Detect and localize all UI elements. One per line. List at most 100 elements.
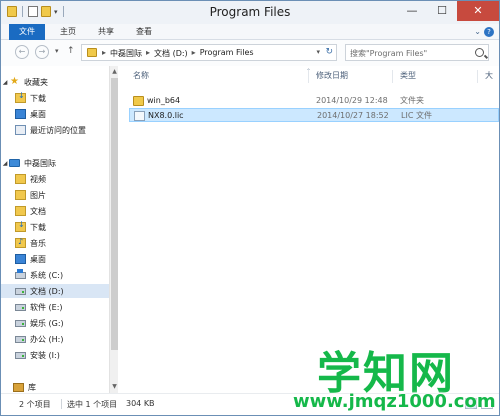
search-icon[interactable]: [475, 48, 484, 57]
address-history-icon[interactable]: ▾: [316, 48, 320, 56]
nav-item-drive-i[interactable]: 安装 (I:): [1, 348, 109, 362]
nav-item-drive-e[interactable]: 软件 (E:): [1, 300, 109, 314]
recent-locations-icon[interactable]: ▾: [55, 47, 59, 55]
nav-computer-label: 中磊国际: [24, 158, 56, 168]
status-bar: 2 个项目 选中 1 个项目 304 KB: [1, 393, 499, 415]
folder-icon: [133, 96, 144, 106]
drive-icon: [15, 287, 26, 295]
nav-item-label: 系统 (C:): [30, 270, 64, 280]
back-button[interactable]: ←: [15, 45, 29, 59]
table-row[interactable]: win_b64 2014/10/29 12:48 文件夹: [129, 94, 499, 108]
column-header-date[interactable]: 修改日期: [316, 66, 348, 86]
navigation-pane: ◢ ★ 收藏夹 下载 桌面 最近访问的位置 ◢ 中磊国际 视频 图片: [1, 66, 119, 393]
chevron-down-icon[interactable]: ◢: [1, 79, 9, 86]
search-box[interactable]: [345, 44, 489, 61]
file-icon: [134, 111, 145, 121]
column-header-size[interactable]: 大: [485, 66, 493, 86]
minimize-button[interactable]: —: [397, 1, 427, 21]
toolbar-divider: [22, 6, 23, 17]
large-icons-view-button[interactable]: [481, 398, 493, 409]
nav-item-label: 下载: [30, 93, 46, 103]
nav-item-desktop[interactable]: 桌面: [1, 107, 109, 121]
ribbon-expand-icon[interactable]: ⌄: [474, 27, 481, 36]
address-bar[interactable]: ▸ 中磊国际 ▸ 文档 (D:) ▸ Program Files ▾ ↻: [81, 44, 337, 61]
nav-item-label: 最近访问的位置: [30, 125, 86, 135]
quick-access-toolbar: ▾: [7, 6, 66, 17]
column-divider[interactable]: [477, 70, 478, 83]
maximize-button[interactable]: ☐: [427, 1, 457, 21]
explorer-window: ▾ Program Files — ☐ ✕ 文件 主页 共享 查看 ⌄ ? ← …: [0, 0, 500, 416]
nav-item-label: 安装 (I:): [30, 350, 60, 360]
chevron-right-icon[interactable]: ▸: [102, 48, 106, 59]
scroll-up-icon[interactable]: ▲: [111, 68, 118, 76]
nav-item-label: 文档 (D:): [30, 286, 64, 296]
forward-button[interactable]: →: [35, 45, 49, 59]
scrollbar-thumb[interactable]: [111, 78, 118, 350]
file-list: ⌃ 名称 修改日期 类型 大 win_b64 2014/10/29 12:48 …: [119, 66, 499, 393]
nav-computer[interactable]: ◢ 中磊国际: [1, 156, 109, 170]
column-divider[interactable]: [308, 70, 309, 83]
scroll-down-icon[interactable]: ▼: [111, 383, 118, 391]
music-folder-icon: [15, 237, 26, 248]
nav-item-desktop-pc[interactable]: 桌面: [1, 252, 109, 266]
folder-icon: [87, 48, 97, 57]
tab-file[interactable]: 文件: [9, 24, 45, 40]
nav-item-recent[interactable]: 最近访问的位置: [1, 123, 109, 137]
selection-count: 选中 1 个项目: [67, 400, 118, 409]
documents-folder-icon: [15, 206, 26, 216]
nav-libraries[interactable]: 库: [1, 380, 109, 393]
nav-item-label: 音乐: [30, 238, 46, 248]
column-header-type[interactable]: 类型: [400, 66, 416, 86]
selection-size: 304 KB: [126, 399, 155, 408]
nav-item-videos[interactable]: 视频: [1, 172, 109, 186]
download-folder-icon: [15, 220, 26, 232]
toolbar-divider: [62, 6, 64, 17]
file-name: win_b64: [147, 96, 181, 105]
column-header-name[interactable]: 名称: [133, 66, 149, 86]
drive-icon: [15, 351, 26, 359]
nav-scrollbar[interactable]: ▲ ▼: [109, 66, 118, 393]
status-divider: [61, 399, 62, 409]
chevron-right-icon[interactable]: ▸: [192, 48, 196, 59]
refresh-icon[interactable]: ↻: [325, 47, 333, 57]
new-folder-icon[interactable]: [41, 6, 51, 17]
libraries-icon: [13, 382, 24, 392]
chevron-right-icon[interactable]: ▸: [146, 48, 150, 59]
recent-places-icon: [15, 125, 26, 135]
address-row: ← → ▾ ↑ ▸ 中磊国际 ▸ 文档 (D:) ▸ Program Files…: [1, 40, 499, 66]
column-divider[interactable]: [392, 70, 393, 83]
nav-item-drive-d[interactable]: 文档 (D:): [1, 284, 109, 298]
tab-home[interactable]: 主页: [55, 24, 81, 40]
star-icon: ★: [10, 76, 19, 87]
help-icon[interactable]: ?: [484, 27, 494, 37]
desktop-icon: [15, 254, 26, 264]
breadcrumb-computer[interactable]: 中磊国际: [110, 48, 142, 59]
nav-item-drive-g[interactable]: 娱乐 (G:): [1, 316, 109, 330]
nav-item-downloads-pc[interactable]: 下载: [1, 220, 109, 234]
nav-item-label: 桌面: [30, 254, 46, 264]
nav-item-drive-c[interactable]: 系统 (C:): [1, 268, 109, 282]
nav-item-downloads[interactable]: 下载: [1, 91, 109, 105]
download-folder-icon: [15, 91, 26, 103]
details-view-button[interactable]: [465, 398, 477, 409]
nav-libraries-label: 库: [28, 382, 36, 392]
properties-icon[interactable]: [28, 6, 38, 17]
search-input[interactable]: [350, 47, 468, 59]
up-button[interactable]: ↑: [67, 46, 75, 56]
customize-toolbar-icon[interactable]: ▾: [54, 8, 58, 16]
close-button[interactable]: ✕: [457, 1, 499, 21]
tab-view[interactable]: 查看: [131, 24, 157, 40]
nav-item-documents[interactable]: 文档: [1, 204, 109, 218]
breadcrumb-drive[interactable]: 文档 (D:): [154, 48, 188, 59]
nav-item-drive-h[interactable]: 办公 (H:): [1, 332, 109, 346]
chevron-down-icon[interactable]: ◢: [1, 160, 9, 167]
nav-item-pictures[interactable]: 图片: [1, 188, 109, 202]
title-bar: ▾ Program Files — ☐ ✕: [1, 1, 499, 24]
tab-share[interactable]: 共享: [93, 24, 119, 40]
file-name: NX8.0.lic: [148, 111, 184, 120]
breadcrumb-folder[interactable]: Program Files: [200, 48, 254, 59]
nav-item-music[interactable]: 音乐: [1, 236, 109, 250]
nav-favorites[interactable]: ◢ ★ 收藏夹: [1, 75, 109, 89]
nav-favorites-label: 收藏夹: [24, 77, 48, 87]
table-row[interactable]: NX8.0.lic 2014/10/27 18:52 LIC 文件: [129, 108, 499, 122]
